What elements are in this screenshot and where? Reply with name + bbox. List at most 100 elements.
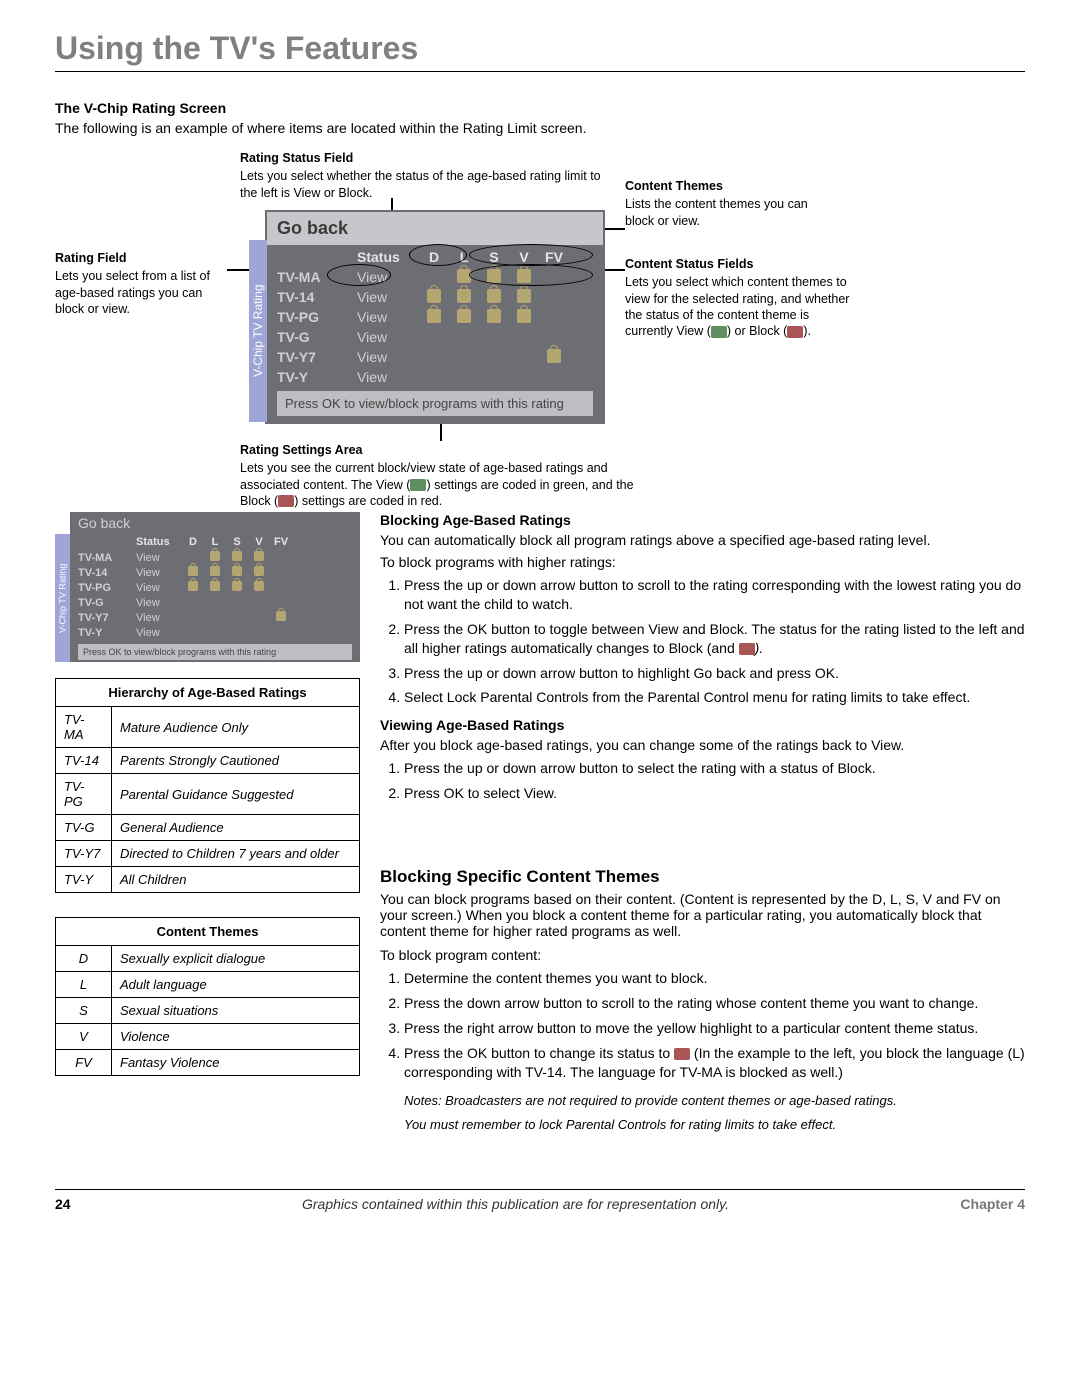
- blocking-age-intro1: You can automatically block all program …: [380, 532, 1025, 548]
- status-cell[interactable]: View: [357, 309, 419, 325]
- label-body: Lists the content themes you can block o…: [625, 197, 808, 227]
- status-cell[interactable]: View: [136, 567, 182, 579]
- theme-cell[interactable]: [226, 581, 248, 594]
- theme-header: S: [479, 249, 509, 265]
- step: Press the up or down arrow button to hig…: [404, 664, 1025, 683]
- label-body: Lets you select which content themes to …: [625, 275, 849, 338]
- rating-row[interactable]: TV-GView: [78, 595, 352, 610]
- rating-screen-small: V-Chip TV Rating Go back Status D L S V …: [70, 512, 360, 662]
- theme-cell[interactable]: [419, 289, 449, 306]
- step: Press OK to select View.: [404, 784, 1025, 803]
- status-cell[interactable]: View: [357, 329, 419, 345]
- theme-header: FV: [539, 249, 569, 265]
- status-cell[interactable]: View: [136, 582, 182, 594]
- theme-cell[interactable]: [204, 581, 226, 594]
- theme-cell[interactable]: [182, 581, 204, 594]
- rating-desc: Parents Strongly Cautioned: [112, 748, 360, 774]
- rating-desc: Mature Audience Only: [112, 707, 360, 748]
- status-cell[interactable]: View: [136, 627, 182, 639]
- go-back-row[interactable]: Go back: [267, 212, 603, 245]
- rating-desc: All Children: [112, 867, 360, 893]
- lock-icon: [427, 309, 441, 323]
- vchip-tab: V-Chip TV Rating: [55, 534, 70, 662]
- status-cell[interactable]: View: [136, 552, 182, 564]
- table-title: Content Themes: [56, 918, 360, 946]
- theme-cell[interactable]: [479, 289, 509, 306]
- theme-cell[interactable]: [449, 309, 479, 326]
- theme-header: V: [509, 249, 539, 265]
- rating-row[interactable]: TV-14View: [277, 287, 593, 307]
- theme-cell[interactable]: [449, 269, 479, 286]
- go-back-row[interactable]: Go back: [70, 512, 360, 534]
- theme-header: D: [419, 249, 449, 265]
- status-cell[interactable]: View: [357, 289, 419, 305]
- label-body: Lets you select whether the status of th…: [240, 169, 601, 199]
- blocking-age-steps: Press the up or down arrow button to scr…: [380, 576, 1025, 707]
- block-icon: [739, 643, 755, 655]
- rating-label: TV-PG: [277, 309, 357, 325]
- chapter-divider: [55, 71, 1025, 72]
- footer-caption: Graphics contained within this publicati…: [302, 1196, 729, 1212]
- theme-header: S: [226, 536, 248, 548]
- theme-cell[interactable]: [419, 309, 449, 326]
- rating-row[interactable]: TV-Y7View: [277, 347, 593, 367]
- label-title: Rating Status Field: [240, 150, 620, 166]
- theme-cell[interactable]: [449, 289, 479, 306]
- theme-cell[interactable]: [479, 309, 509, 326]
- rating-row[interactable]: TV-PGView: [78, 580, 352, 595]
- status-cell[interactable]: View: [357, 349, 419, 365]
- theme-cell[interactable]: [539, 349, 569, 366]
- status-cell[interactable]: View: [357, 269, 419, 285]
- theme-cell[interactable]: [509, 289, 539, 306]
- rating-label: TV-Y7: [277, 349, 357, 365]
- rating-row[interactable]: TV-Y7View: [78, 610, 352, 625]
- blocking-age-heading: Blocking Age-Based Ratings: [380, 512, 1025, 528]
- rating-panel: Status D L S V FV TV-MAViewTV-14ViewTV-P…: [267, 245, 603, 422]
- rating-row[interactable]: TV-YView: [78, 625, 352, 640]
- theme-desc: Adult language: [112, 972, 360, 998]
- theme-cell[interactable]: [270, 611, 292, 624]
- step: Press the up or down arrow button to sel…: [404, 759, 1025, 778]
- mid-block: V-Chip TV Rating Go back Status D L S V …: [55, 512, 1025, 1134]
- osd-hint: Press OK to view/block programs with thi…: [277, 391, 593, 416]
- theme-cell[interactable]: [509, 309, 539, 326]
- rating-header: Status D L S V FV: [277, 249, 593, 265]
- label-body: Lets you select from a list of age-based…: [55, 269, 210, 316]
- rating-code: TV-Y: [56, 867, 112, 893]
- label-title: Content Themes: [625, 178, 815, 194]
- table-row: TV-Y7Directed to Children 7 years and ol…: [56, 841, 360, 867]
- status-cell[interactable]: View: [136, 597, 182, 609]
- table-row: TV-MAMature Audience Only: [56, 707, 360, 748]
- status-cell[interactable]: View: [136, 612, 182, 624]
- theme-code: L: [56, 972, 112, 998]
- theme-cell[interactable]: [479, 269, 509, 286]
- lock-icon: [254, 581, 264, 591]
- status-cell[interactable]: View: [357, 369, 419, 385]
- step: Determine the content themes you want to…: [404, 969, 1025, 988]
- lock-icon: [517, 269, 531, 283]
- lock-icon: [487, 269, 501, 283]
- label-title: Rating Field: [55, 250, 230, 266]
- theme-code: V: [56, 1024, 112, 1050]
- theme-desc: Sexually explicit dialogue: [112, 946, 360, 972]
- viewing-age-steps: Press the up or down arrow button to sel…: [380, 759, 1025, 803]
- rating-label: TV-G: [78, 597, 136, 609]
- rating-row[interactable]: TV-YView: [277, 367, 593, 387]
- rating-row[interactable]: TV-GView: [277, 327, 593, 347]
- lock-icon: [232, 566, 242, 576]
- status-header: Status: [357, 249, 419, 265]
- rating-label: TV-14: [78, 567, 136, 579]
- view-icon: [711, 326, 727, 338]
- rating-label: TV-14: [277, 289, 357, 305]
- lock-icon: [517, 309, 531, 323]
- block-icon: [674, 1048, 690, 1060]
- rating-label: TV-Y: [78, 627, 136, 639]
- page: Using the TV's Features The V-Chip Ratin…: [0, 0, 1080, 1232]
- rating-row[interactable]: TV-PGView: [277, 307, 593, 327]
- theme-cell[interactable]: [509, 269, 539, 286]
- rating-row[interactable]: TV-MAView: [277, 267, 593, 287]
- table-row: FVFantasy Violence: [56, 1050, 360, 1076]
- table-row: LAdult language: [56, 972, 360, 998]
- theme-cell[interactable]: [248, 581, 270, 594]
- label-body: Lets you see the current block/view stat…: [240, 461, 634, 508]
